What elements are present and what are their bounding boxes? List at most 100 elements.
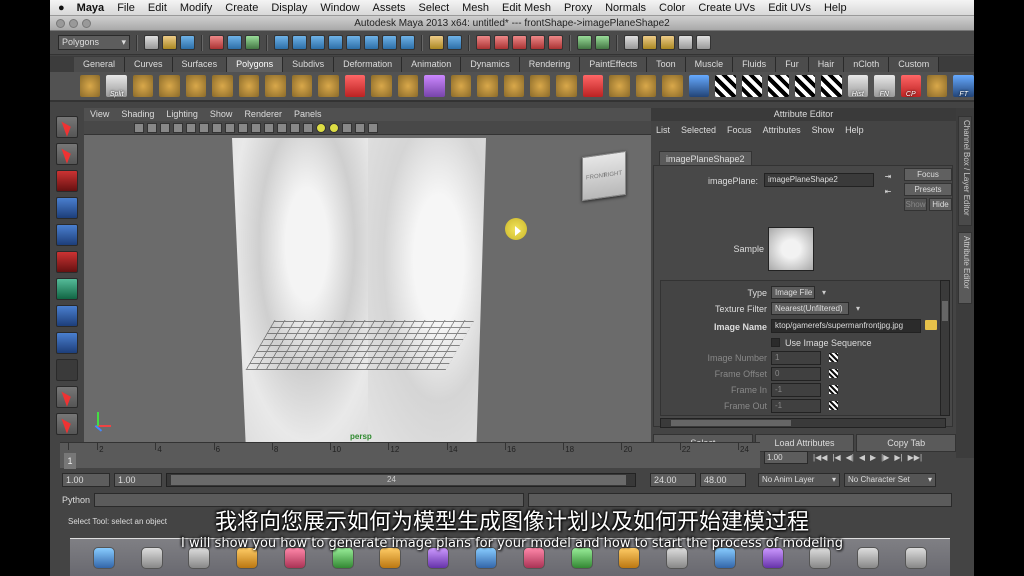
menu-edit-uvs[interactable]: Edit UVs xyxy=(768,2,811,14)
render-view-icon[interactable] xyxy=(624,35,639,50)
poly-cylinder-icon[interactable] xyxy=(159,75,180,97)
current-frame-marker[interactable]: 1 xyxy=(64,453,76,469)
shelf-tab-custom[interactable]: Custom xyxy=(889,56,940,72)
shelf-tab-general[interactable]: General xyxy=(74,56,126,72)
texture-filter-dropdown[interactable]: Nearest(Unfiltered) xyxy=(771,302,860,315)
highlight-selection-icon[interactable] xyxy=(447,35,462,50)
lasso-tool-icon[interactable] xyxy=(56,143,78,165)
menu-app-name[interactable]: Maya xyxy=(77,2,105,14)
open-scene-icon[interactable] xyxy=(162,35,177,50)
shelf-tab-ncloth[interactable]: nCloth xyxy=(844,56,890,72)
lock-selection-icon[interactable] xyxy=(429,35,444,50)
wedge-icon[interactable] xyxy=(609,75,630,97)
checker-cylindrical-icon[interactable] xyxy=(741,75,763,97)
poly-pyramid-icon[interactable] xyxy=(291,75,313,97)
time-slider[interactable]: 1 2 4 6 8 10 12 14 16 18 20 22 24 xyxy=(60,442,760,469)
ae-menu-selected[interactable]: Selected xyxy=(681,125,716,135)
select-component-icon[interactable] xyxy=(245,35,260,50)
select-hierarchy-icon[interactable] xyxy=(209,35,224,50)
manipulator-tool-icon[interactable] xyxy=(56,278,78,300)
poly-plane-icon[interactable] xyxy=(212,75,233,97)
frame-out-field[interactable]: -1 xyxy=(771,399,821,413)
folder-icon[interactable] xyxy=(925,320,937,330)
hide-button[interactable]: Hide xyxy=(929,198,952,211)
scale-tool-icon[interactable] xyxy=(56,251,78,273)
image-plane-icon[interactable] xyxy=(173,122,183,133)
attribute-editor-tab[interactable]: Attribute Editor xyxy=(958,232,972,304)
scroll-thumb[interactable] xyxy=(942,301,948,321)
menu-set-dropdown[interactable]: Polygons xyxy=(58,35,130,50)
rotate-tool-icon[interactable] xyxy=(56,224,78,246)
camera-icon[interactable] xyxy=(134,122,144,133)
freeze-transform-icon[interactable]: FT xyxy=(953,75,974,98)
vp-menu-show[interactable]: Show xyxy=(210,108,233,121)
output-connection-icon[interactable]: ⇥ xyxy=(883,171,893,184)
type-dropdown[interactable]: Image File xyxy=(771,286,826,299)
delete-history-icon[interactable]: Hist xyxy=(847,75,869,98)
ae-horizontal-scrollbar[interactable] xyxy=(660,418,946,428)
menu-proxy[interactable]: Proxy xyxy=(564,2,592,14)
menu-file[interactable]: File xyxy=(117,2,135,14)
zoom-window-button[interactable] xyxy=(82,19,91,28)
bevel-icon[interactable] xyxy=(582,75,604,97)
textured-icon[interactable] xyxy=(303,122,313,133)
shelf-tab-deformation[interactable]: Deformation xyxy=(334,56,403,72)
poly-sphere-icon[interactable] xyxy=(80,75,101,97)
frame-offset-field[interactable]: 0 xyxy=(771,367,821,381)
gate-mask-icon[interactable] xyxy=(225,122,235,133)
separate-icon[interactable] xyxy=(371,75,392,97)
wireframe-on-shaded-icon[interactable] xyxy=(290,122,300,133)
resolution-gate-icon[interactable] xyxy=(212,122,222,133)
center-pivot-icon[interactable]: CP xyxy=(900,75,921,98)
poly-torus-icon[interactable] xyxy=(238,75,260,97)
minimize-window-button[interactable] xyxy=(69,19,78,28)
checker-planar-icon[interactable] xyxy=(715,75,736,97)
shelf-tab-surfaces[interactable]: Surfaces xyxy=(172,56,228,72)
smooth-proxy-icon[interactable] xyxy=(424,75,445,97)
menu-edit[interactable]: Edit xyxy=(148,2,167,14)
step-forward-key-icon[interactable]: |▶ xyxy=(881,453,889,462)
split-polygon-icon[interactable]: Split xyxy=(106,75,127,98)
snap-plane-icon[interactable] xyxy=(530,35,545,50)
freeze-normals-icon[interactable]: FN xyxy=(874,75,895,98)
frame-in-field[interactable]: -1 xyxy=(771,383,821,397)
step-back-key-icon[interactable]: ◀| xyxy=(846,453,854,462)
menu-display[interactable]: Display xyxy=(271,2,307,14)
step-forward-icon[interactable]: ▶| xyxy=(894,453,902,462)
menu-edit-mesh[interactable]: Edit Mesh xyxy=(502,2,551,14)
go-to-start-icon[interactable]: |◀◀ xyxy=(813,453,827,462)
menu-create-uvs[interactable]: Create UVs xyxy=(698,2,755,14)
camera-attributes-icon[interactable] xyxy=(147,122,157,133)
field-chart-icon[interactable] xyxy=(238,122,248,133)
playback-start-field[interactable]: 1.00 xyxy=(114,473,162,487)
step-back-icon[interactable]: |◀ xyxy=(832,453,840,462)
shelf-tab-painteffects[interactable]: PaintEffects xyxy=(580,56,648,72)
presets-button[interactable]: Presets xyxy=(904,183,952,196)
new-scene-icon[interactable] xyxy=(144,35,159,50)
range-slider[interactable]: 24 xyxy=(166,473,636,487)
poly-cone-icon[interactable] xyxy=(185,75,207,97)
bookmark-icon[interactable] xyxy=(160,122,170,133)
grid-icon[interactable] xyxy=(186,122,196,133)
frame-out-map-icon[interactable] xyxy=(829,401,838,410)
menu-help[interactable]: Help xyxy=(824,2,847,14)
ae-menu-show[interactable]: Show xyxy=(812,125,835,135)
wireframe-icon[interactable] xyxy=(264,122,274,133)
frame-offset-map-icon[interactable] xyxy=(829,369,838,378)
snap-curve-icon[interactable] xyxy=(494,35,509,50)
ae-menu-focus[interactable]: Focus xyxy=(727,125,752,135)
insert-edge-loop-icon[interactable] xyxy=(529,75,551,97)
construction-history-icon[interactable] xyxy=(595,35,610,50)
show-button[interactable]: Show xyxy=(904,198,927,211)
ae-menu-help[interactable]: Help xyxy=(845,125,864,135)
isolate-select-icon[interactable] xyxy=(355,122,365,133)
play-backwards-icon[interactable]: ◀ xyxy=(859,453,865,462)
bridge-icon[interactable] xyxy=(477,75,498,97)
poly-prism-icon[interactable] xyxy=(265,75,286,97)
range-slider-bar[interactable] xyxy=(171,475,626,485)
poly-pipe-icon[interactable] xyxy=(318,75,339,97)
single-perspective-layout-icon[interactable] xyxy=(56,386,78,408)
current-frame-field[interactable]: 1.00 xyxy=(764,450,808,464)
pick-handles-icon[interactable] xyxy=(292,35,307,50)
shelf-tab-dynamics[interactable]: Dynamics xyxy=(461,56,520,72)
